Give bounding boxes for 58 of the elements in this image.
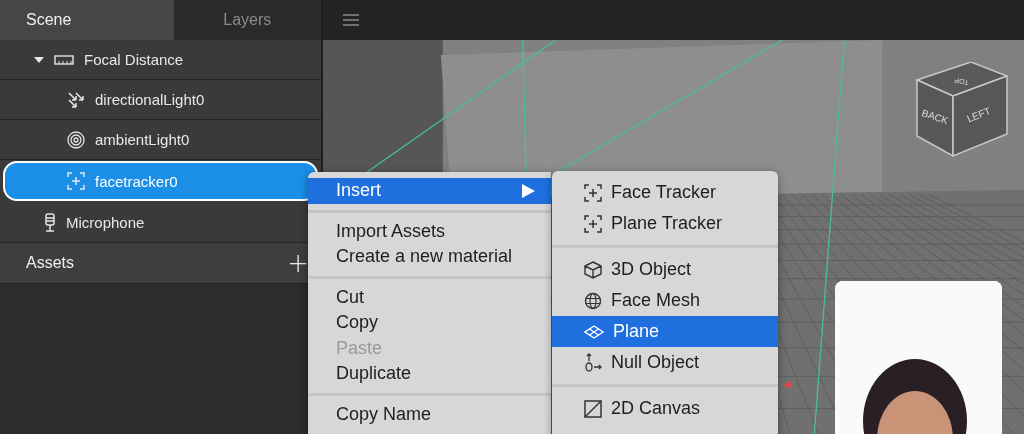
menu-item[interactable]: Copy Name <box>308 401 551 427</box>
menu-item[interactable]: Cut <box>308 284 551 310</box>
menu-item-label: Plane Tracker <box>611 213 723 234</box>
cube-face-label: LEFT <box>965 105 993 125</box>
submenu-arrow-icon <box>522 184 535 198</box>
tree-item-label: Microphone <box>66 214 145 231</box>
menu-item-label: Paste <box>336 337 383 359</box>
tree-item-label: ambientLight0 <box>95 131 190 148</box>
arrows-icon <box>67 90 85 109</box>
diamond-icon <box>584 324 604 339</box>
tree-item[interactable]: Microphone <box>0 203 321 242</box>
menu-item[interactable]: Insert <box>308 178 551 204</box>
assets-title: Assets <box>26 254 74 272</box>
menu-item-label: Duplicate <box>336 363 412 385</box>
menu-item-label: Copy Name <box>336 403 432 425</box>
ruler-icon <box>54 54 74 65</box>
menu-item[interactable]: Face Tracker <box>552 177 778 208</box>
menu-item[interactable]: Plane <box>552 316 778 347</box>
menu-item-label: Copy <box>336 312 379 334</box>
menu-item[interactable]: Null Object <box>552 347 778 378</box>
canvas-icon <box>584 399 602 418</box>
menu-item[interactable]: Plane Tracker <box>552 208 778 239</box>
null-axes-icon <box>584 352 602 373</box>
menu-item-label: Plane <box>613 321 660 342</box>
menu-item-label: 2D Canvas <box>611 398 701 419</box>
menu-item[interactable]: Create a new material <box>308 244 551 270</box>
tree-item[interactable]: ambientLight0 <box>0 120 321 159</box>
menu-item-label: Cut <box>336 286 364 308</box>
microphone-icon <box>44 212 56 233</box>
menu-item-label: Import Assets <box>336 220 446 242</box>
tracker-icon <box>584 214 602 233</box>
cube-face-label: BACK <box>920 107 950 127</box>
menu-item[interactable]: Duplicate <box>308 361 551 387</box>
tracker-icon <box>584 183 602 202</box>
menu-item-label: 3D Object <box>611 259 692 280</box>
expand-arrow-down-icon[interactable] <box>33 55 45 64</box>
menu-item[interactable]: Copy <box>308 310 551 336</box>
menu-item-label: Null Object <box>611 352 700 373</box>
globe-icon <box>584 291 602 310</box>
tree-item[interactable]: directionalLight0 <box>0 80 321 119</box>
cube-icon <box>584 260 602 279</box>
menu-item[interactable]: 3D Object <box>552 254 778 285</box>
menu-icon[interactable] <box>343 14 359 26</box>
add-button[interactable]: + <box>287 250 309 276</box>
menu-item-label: Create a new material <box>336 246 513 268</box>
menu-item-label: Face Tracker <box>611 182 717 203</box>
tree-item-label: facetracker0 <box>95 172 178 190</box>
tree-item-label: Focal Distance <box>84 51 184 68</box>
menu-item-label: Face Mesh <box>611 290 701 311</box>
tree-item[interactable]: Focal Distance <box>0 40 321 79</box>
tracker-icon <box>67 172 85 190</box>
tree-item-label: directionalLight0 <box>95 91 205 108</box>
menu-item[interactable]: Face Mesh <box>552 285 778 316</box>
menu-item-label: Insert <box>336 180 382 202</box>
concentric-circles-icon <box>67 130 85 149</box>
tab[interactable]: Scene <box>0 0 174 40</box>
tab[interactable]: Layers <box>173 0 321 40</box>
menu-item[interactable]: 2D Canvas <box>552 393 778 424</box>
